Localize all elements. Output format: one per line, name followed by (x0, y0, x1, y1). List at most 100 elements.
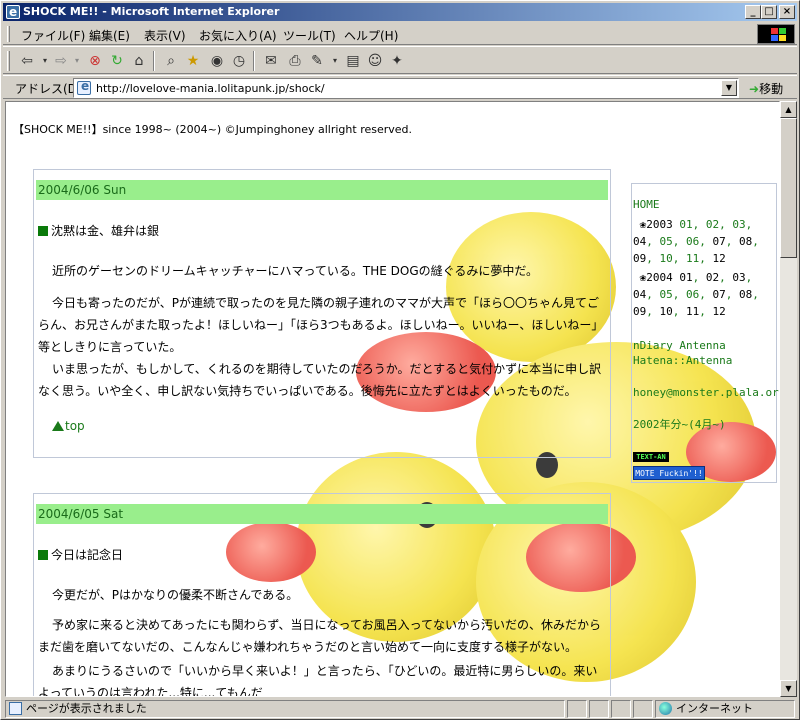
refresh-icon[interactable]: ↻ (107, 51, 127, 71)
month-text: 04 (633, 288, 647, 301)
favorites-icon[interactable]: ★ (183, 51, 203, 71)
history-icon[interactable]: ◷ (229, 51, 249, 71)
archive-2002-link[interactable]: 2002年分~(4月~) (633, 416, 726, 433)
print-icon[interactable]: ⎙ (285, 51, 305, 71)
status-panel-empty (589, 700, 609, 718)
month-link[interactable]: 10 (660, 252, 673, 265)
back-icon[interactable]: ⇦ (17, 51, 37, 71)
entry-paragraph: 今日も寄ったのだが、Pが連続で取ったのを見た隣の親子連れのママが大声で「ほら〇〇… (38, 296, 604, 354)
go-button[interactable]: ➜移動 (749, 80, 783, 97)
home-link[interactable]: HOME (633, 196, 660, 213)
entry-date: 2004/6/05 Sat (36, 504, 608, 524)
top-link[interactable]: top (52, 419, 85, 433)
zone-panel: インターネット (655, 700, 795, 718)
address-label: アドレス(D) (15, 82, 82, 96)
edit-icon[interactable]: ✎ (307, 51, 327, 71)
status-text-panel: ページが表示されました (5, 700, 565, 718)
month-link[interactable]: 11 (686, 252, 699, 265)
month-link[interactable]: 05 (660, 288, 673, 301)
vertical-scrollbar[interactable]: ▲ ▼ (780, 101, 797, 697)
bullet-square-icon (38, 226, 48, 236)
window-title: SHOCK ME!! - Microsoft Internet Explorer (23, 5, 280, 18)
go-arrow-icon: ➜ (749, 82, 760, 96)
diary-entry: 2004/6/05 Sat 今日は記念日 今更だが、Pはかなりの優柔不断さんであ… (33, 493, 611, 696)
discuss-icon[interactable]: ▤ (343, 51, 363, 71)
address-dropdown-icon[interactable]: ▼ (721, 80, 737, 96)
stop-icon[interactable]: ⊗ (85, 51, 105, 71)
up-triangle-icon (52, 421, 64, 431)
email-link[interactable]: honey@monster.plala.or.jp (633, 384, 779, 401)
diary-entry: 2004/6/06 Sun 沈黙は金、雄弁は銀 近所のゲーセンのドリームキャッチ… (33, 169, 611, 458)
globe-icon (659, 702, 672, 715)
page-viewport: 【SHOCK ME!!】since 1998~ (2004~) ©Jumping… (5, 101, 780, 697)
standard-toolbar: ⇦ ▾ ⇨ ▾ ⊗ ↻ ⌂ ⌕ ★ ◉ ◷ ✉ ⎙ ✎ ▾ ▤ ☺ ✦ (3, 46, 797, 74)
entry-title: 沈黙は金、雄弁は銀 (38, 222, 159, 239)
year-2004-label: ❀2004 (633, 271, 673, 284)
home-icon[interactable]: ⌂ (129, 51, 149, 71)
search-icon[interactable]: ⌕ (161, 51, 181, 71)
entry-date: 2004/6/06 Sun (36, 180, 608, 200)
month-link[interactable]: 06 (686, 288, 699, 301)
month-link[interactable]: 06 (686, 235, 699, 248)
page-icon (77, 79, 91, 95)
menu-view[interactable]: 表示(V) (144, 27, 186, 44)
month-text: 09 (633, 252, 647, 265)
menu-grip (7, 26, 10, 42)
month-text: 03 (732, 271, 746, 284)
month-text: 07 (712, 235, 726, 248)
month-text: 12 (712, 252, 726, 265)
menu-favorites[interactable]: お気に入り(A) (199, 27, 277, 44)
entry-title: 今日は記念日 (38, 546, 123, 563)
maximize-button[interactable]: □ (761, 5, 777, 19)
month-link[interactable]: 02 (706, 218, 719, 231)
toolbar-grip (7, 51, 10, 71)
mail-icon[interactable]: ✉ (261, 51, 281, 71)
windows-logo-icon (757, 24, 795, 44)
minimize-button[interactable]: _ (745, 5, 761, 19)
media-icon[interactable]: ◉ (207, 51, 227, 71)
month-text: 01 (679, 271, 693, 284)
status-bar: ページが表示されました インターネット (3, 699, 797, 719)
mote-badge[interactable]: MOTE Fuckin'!! (633, 466, 705, 480)
address-input[interactable]: http://lovelove-mania.lolitapunk.jp/shoc… (73, 78, 739, 98)
status-panel-empty (611, 700, 631, 718)
month-text: 10 (659, 305, 673, 318)
entry-paragraph: 今更だが、Pはかなりの優柔不断さんである。 (52, 588, 299, 602)
top-link-text[interactable]: top (65, 419, 85, 433)
month-text: 09 (633, 305, 647, 318)
scroll-thumb[interactable] (780, 118, 797, 258)
close-button[interactable]: × (779, 5, 795, 19)
scroll-down-icon[interactable]: ▼ (780, 680, 797, 697)
menu-file[interactable]: ファイル(F) (21, 27, 85, 44)
month-text: 11 (686, 305, 700, 318)
toolbar-separator (153, 51, 155, 71)
menu-help[interactable]: ヘルプ(H) (344, 27, 398, 44)
month-text: 08 (739, 235, 753, 248)
page-done-icon (9, 702, 22, 715)
text-antenna-badge[interactable]: TEXT-AN (633, 452, 669, 462)
menu-edit[interactable]: 編集(E) (89, 27, 130, 44)
month-link[interactable]: 01 (679, 218, 692, 231)
go-label: 移動 (759, 82, 784, 96)
entry-paragraph: 予め家に来ると決めてあったにも関わらず、当日になってお風呂入ってないから汚いだの… (38, 618, 602, 654)
month-text: 12 (712, 305, 726, 318)
month-link[interactable]: 05 (660, 235, 673, 248)
status-text: ページが表示されました (26, 702, 147, 715)
archive-2004: ❀2004 01, 02, 03, 04, 05, 06, 07, 08, 09… (633, 271, 759, 318)
forward-dropdown-icon[interactable]: ▾ (67, 51, 87, 71)
month-text: 02 (705, 271, 720, 284)
messenger-icon[interactable]: ☺ (365, 51, 385, 71)
sidebar: HOME ❀2003 01, 02, 03, 04, 05, 06, 07, 0… (631, 183, 779, 483)
address-url[interactable]: http://lovelove-mania.lolitapunk.jp/shoc… (96, 82, 325, 95)
hatena-antenna-link[interactable]: Hatena::Antenna (633, 352, 732, 369)
month-link[interactable]: 03 (732, 218, 745, 231)
research-icon[interactable]: ✦ (387, 51, 407, 71)
entry-paragraph: 近所のゲーセンのドリームキャッチャーにハマっている。THE DOGの縫ぐるみに夢… (52, 264, 539, 278)
month-text: 04 (633, 235, 647, 248)
scroll-up-icon[interactable]: ▲ (780, 101, 797, 118)
menu-tools[interactable]: ツール(T) (283, 27, 336, 44)
edit-dropdown-icon[interactable]: ▾ (325, 51, 345, 71)
status-panel-empty (633, 700, 653, 718)
bullet-square-icon (38, 550, 48, 560)
title-bar: SHOCK ME!! - Microsoft Internet Explorer… (3, 3, 797, 21)
